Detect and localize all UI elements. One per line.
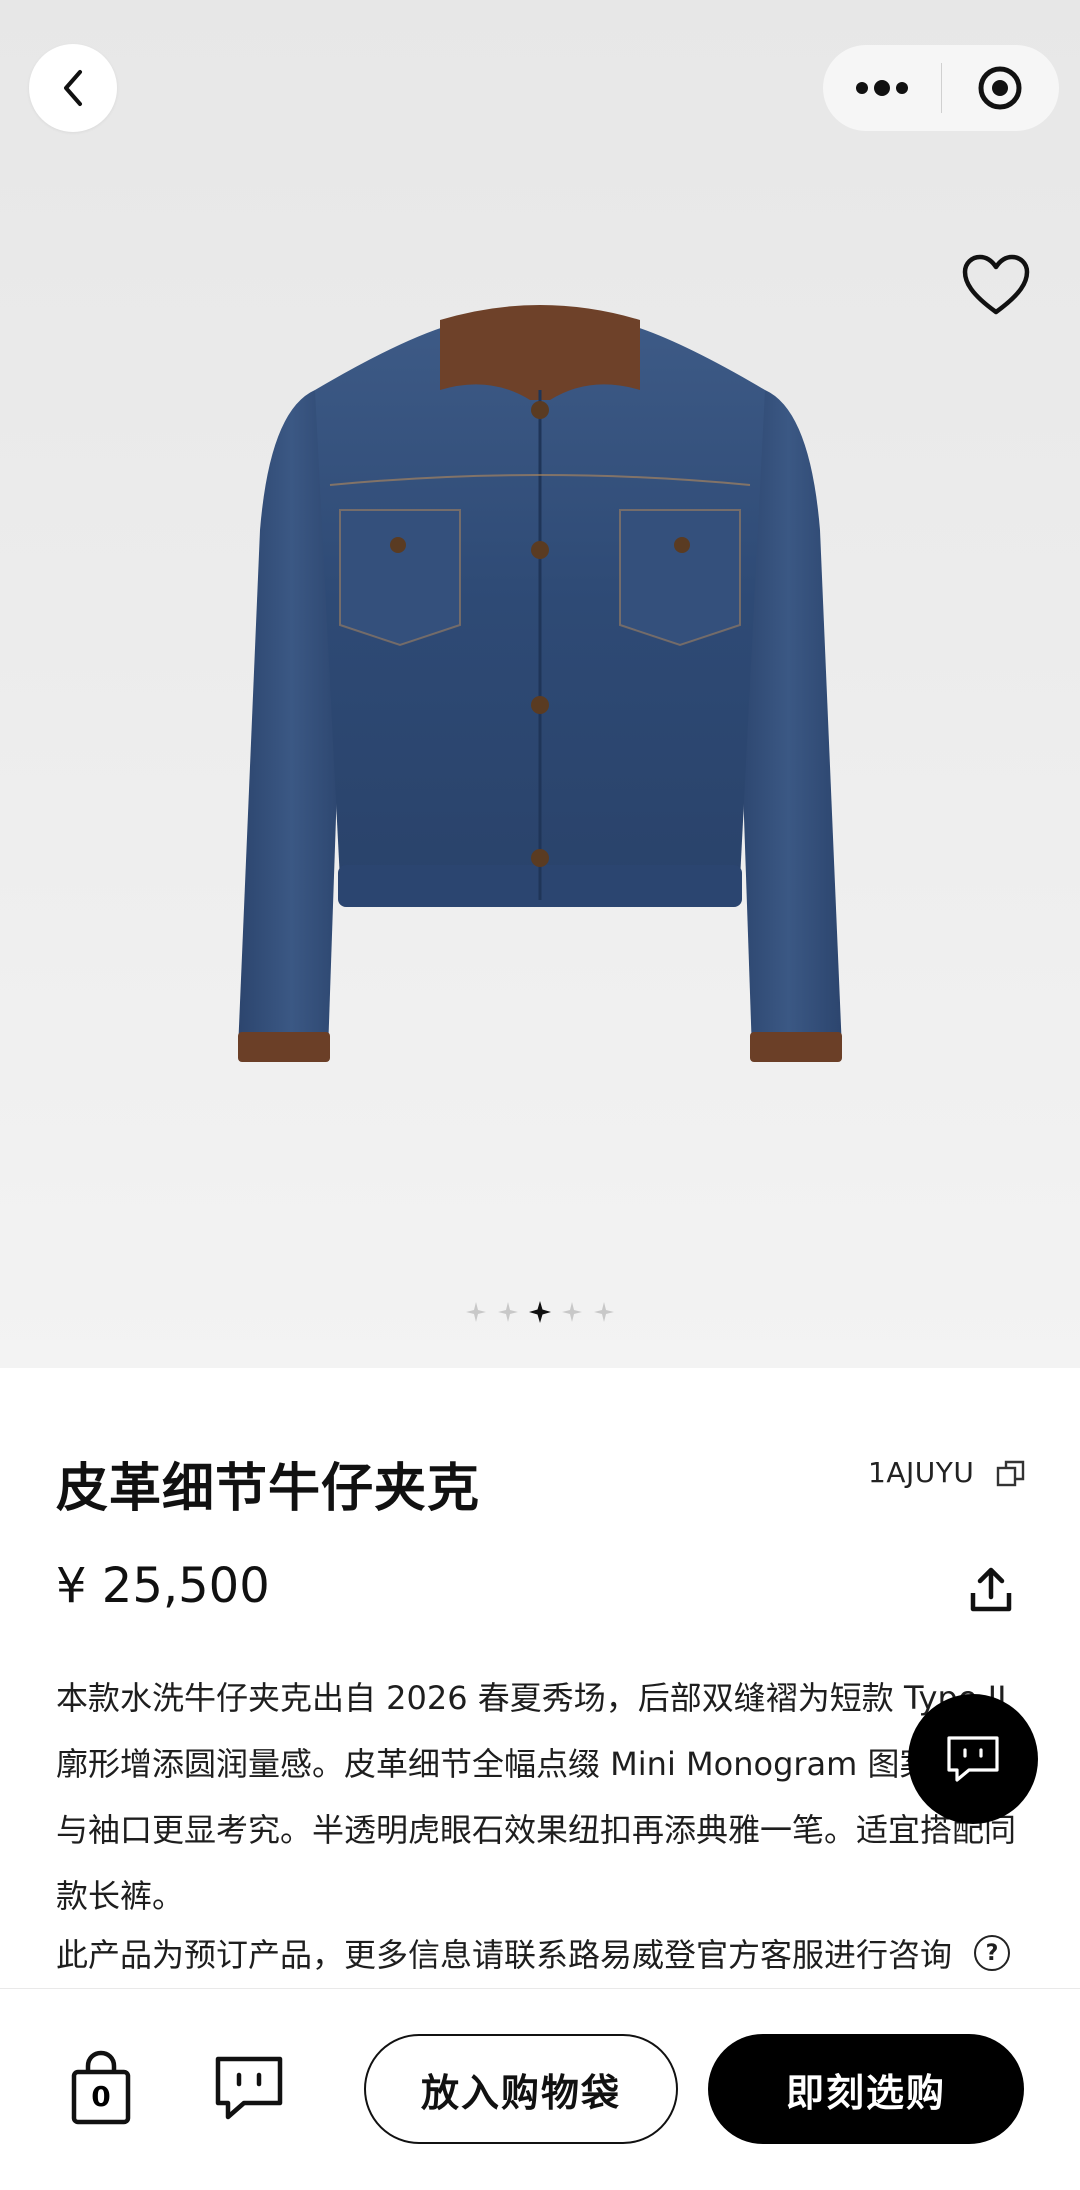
- customer-service-chat-button[interactable]: [908, 1694, 1038, 1824]
- gallery-dot-1[interactable]: [465, 1301, 487, 1323]
- chevron-left-icon: [64, 70, 82, 106]
- miniprogram-capsule: [823, 45, 1059, 131]
- message-icon[interactable]: [214, 2055, 284, 2123]
- bag-count: 0: [91, 2080, 111, 2113]
- product-description: 本款水洗牛仔夹克出自 2026 春夏秀场，后部双缝褶为短款 Type II 廓形…: [56, 1679, 1028, 1915]
- preorder-note: 此产品为预订产品，更多信息请联系路易威登官方客服进行咨询 ?: [56, 1930, 1056, 1976]
- gallery-dot-5[interactable]: [593, 1301, 615, 1323]
- gallery-dot-2[interactable]: [497, 1301, 519, 1323]
- product-image-denim-jacket: [238, 305, 842, 1062]
- gallery-pagination: [0, 1300, 1080, 1324]
- share-button[interactable]: [966, 1565, 1016, 1615]
- heart-icon: [962, 254, 1030, 315]
- copy-icon[interactable]: [996, 1459, 1026, 1487]
- product-image-gallery[interactable]: [0, 0, 1080, 1368]
- star-dot-icon: [594, 1302, 614, 1322]
- product-price: ¥ 25,500: [56, 1558, 270, 1614]
- favorite-button[interactable]: [958, 250, 1034, 320]
- star-dot-icon: [466, 1302, 486, 1322]
- share-upload-icon: [970, 1567, 1012, 1612]
- close-miniprogram-button[interactable]: [942, 45, 1060, 131]
- add-to-bag-button[interactable]: 放入购物袋: [364, 2034, 678, 2144]
- star-dot-icon: [498, 1302, 518, 1322]
- more-dots-icon: [855, 80, 908, 96]
- star-dot-icon: [529, 1301, 551, 1323]
- more-button[interactable]: [823, 45, 941, 131]
- help-icon[interactable]: ?: [974, 1935, 1011, 1971]
- gallery-dot-4[interactable]: [561, 1301, 583, 1323]
- star-dot-icon: [562, 1302, 582, 1322]
- chat-bubble-icon: [947, 1736, 999, 1782]
- product-sku[interactable]: 1AJUYU: [868, 1456, 1026, 1489]
- target-circle-icon: [978, 66, 1022, 110]
- product-title: 皮革细节牛仔夹克: [56, 1459, 481, 1519]
- back-button[interactable]: [29, 44, 117, 132]
- sku-text: 1AJUYU: [868, 1456, 975, 1489]
- gallery-dot-3-active[interactable]: [529, 1301, 551, 1323]
- product-page: 皮革细节牛仔夹克 1AJUYU ¥ 25,500 本款水洗牛仔夹克出自 2026…: [0, 0, 1080, 2190]
- buy-now-button[interactable]: 即刻选购: [708, 2034, 1024, 2144]
- preorder-text: 此产品为预订产品，更多信息请联系路易威登官方客服进行咨询: [56, 1936, 953, 1974]
